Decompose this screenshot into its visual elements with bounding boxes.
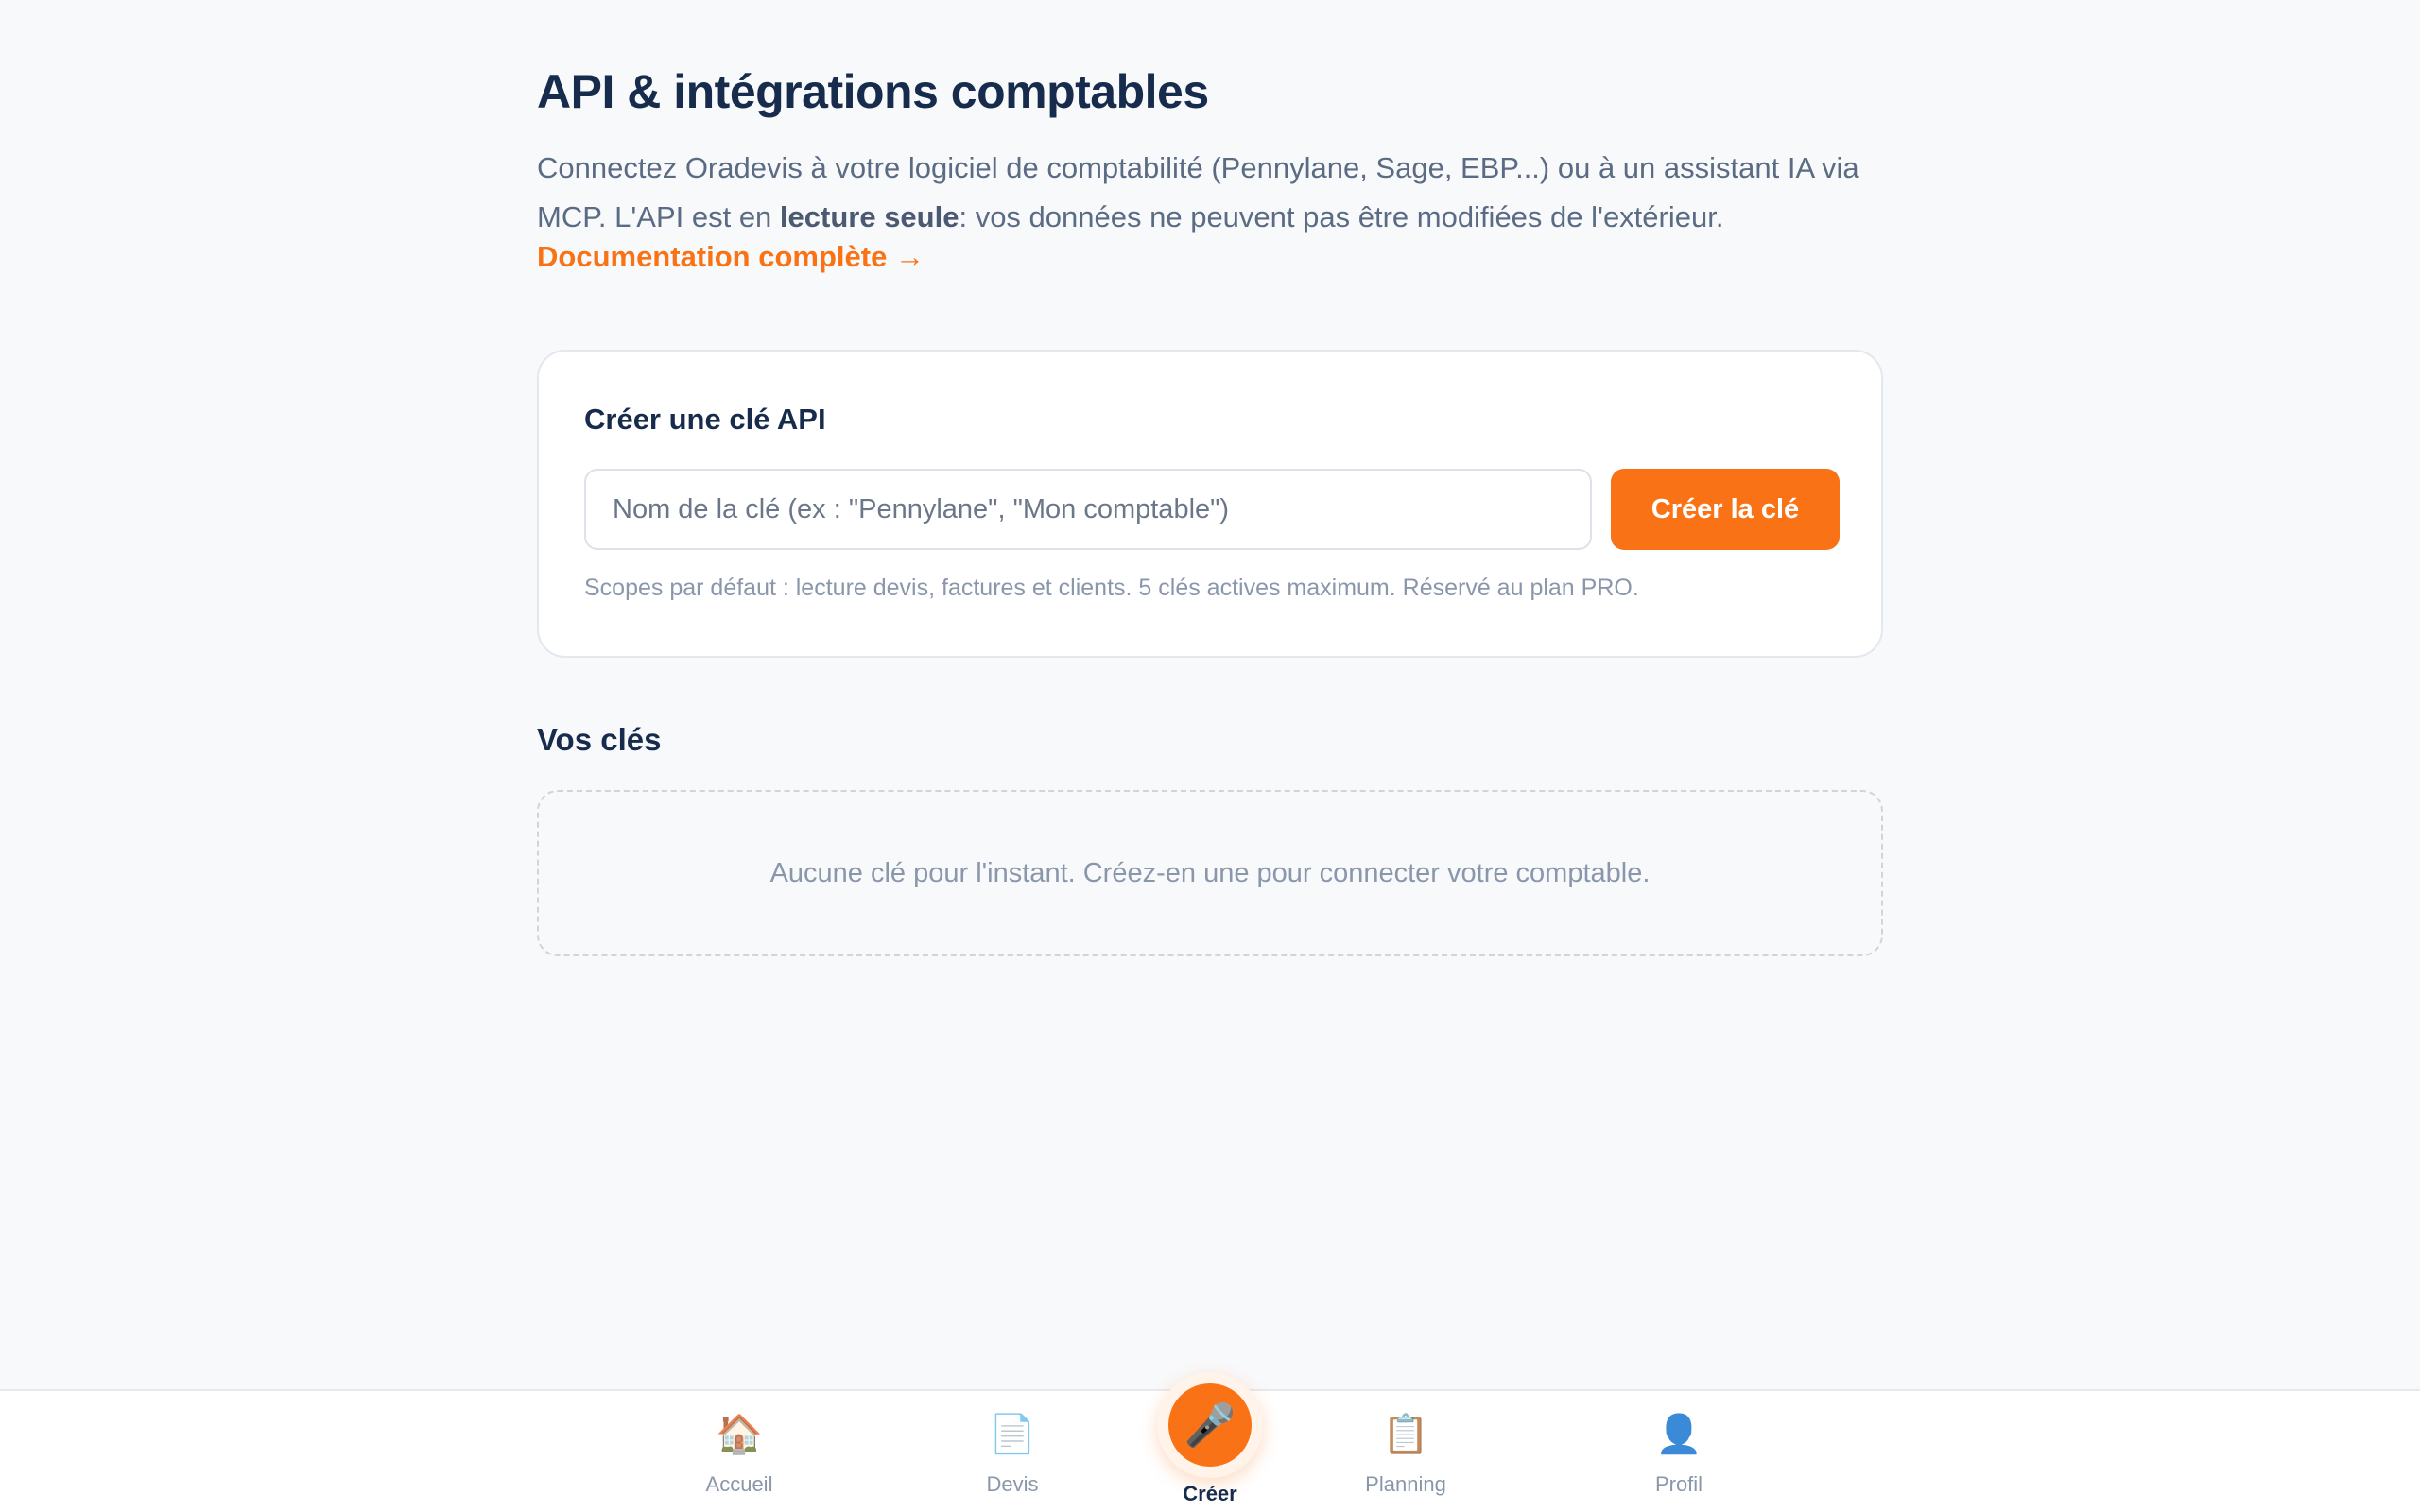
nav-label-profil: Profil [1654,1472,1703,1496]
nav-item-accueil[interactable]: 🏠 Accueil [664,1412,815,1506]
nav-label-accueil: Accueil [705,1472,773,1496]
user-icon: 👤 [1655,1414,1703,1455]
keys-empty-text: Aucune clé pour l'instant. Créez-en une … [769,857,1651,888]
home-icon: 🏠 [716,1414,763,1455]
nav-label-planning: Planning [1365,1472,1446,1496]
create-key-hint: Scopes par défaut : lecture devis, factu… [584,575,1639,601]
keys-section-title: Vos clés [537,722,662,757]
bottom-nav: 🏠 Accueil 📄 Devis 🎤 Créer 📋 Planning 👤 P… [0,1372,2420,1512]
intro-text-part2: : vos données ne peuvent pas être modifi… [959,200,1724,233]
document-icon: 📄 [989,1414,1036,1455]
intro-text: Connectez Oradevis à votre logiciel de c… [537,144,1883,242]
page-title: API & intégrations comptables [537,65,1209,118]
create-key-button[interactable]: Créer la clé [1611,469,1840,550]
create-key-title: Créer une clé API [584,403,826,436]
intro-text-bold: lecture seule [779,200,959,233]
nav-label-devis: Devis [986,1472,1039,1496]
clipboard-icon: 📋 [1382,1414,1429,1455]
documentation-link[interactable]: Documentation complète → [537,240,925,274]
nav-label-creer: Créer [1183,1482,1237,1505]
key-name-input[interactable] [584,469,1592,550]
keys-empty-state: Aucune clé pour l'instant. Créez-en une … [537,790,1883,956]
create-fab-ring: 🎤 [1157,1372,1263,1478]
microphone-icon: 🎤 [1184,1402,1236,1449]
nav-item-planning[interactable]: 📋 Planning [1330,1412,1481,1506]
nav-item-devis[interactable]: 📄 Devis [937,1412,1088,1506]
nav-item-profil[interactable]: 👤 Profil [1603,1412,1754,1506]
create-fab-button[interactable]: 🎤 [1168,1383,1252,1467]
create-key-card: Créer une clé API Créer la clé Scopes pa… [537,350,1883,658]
